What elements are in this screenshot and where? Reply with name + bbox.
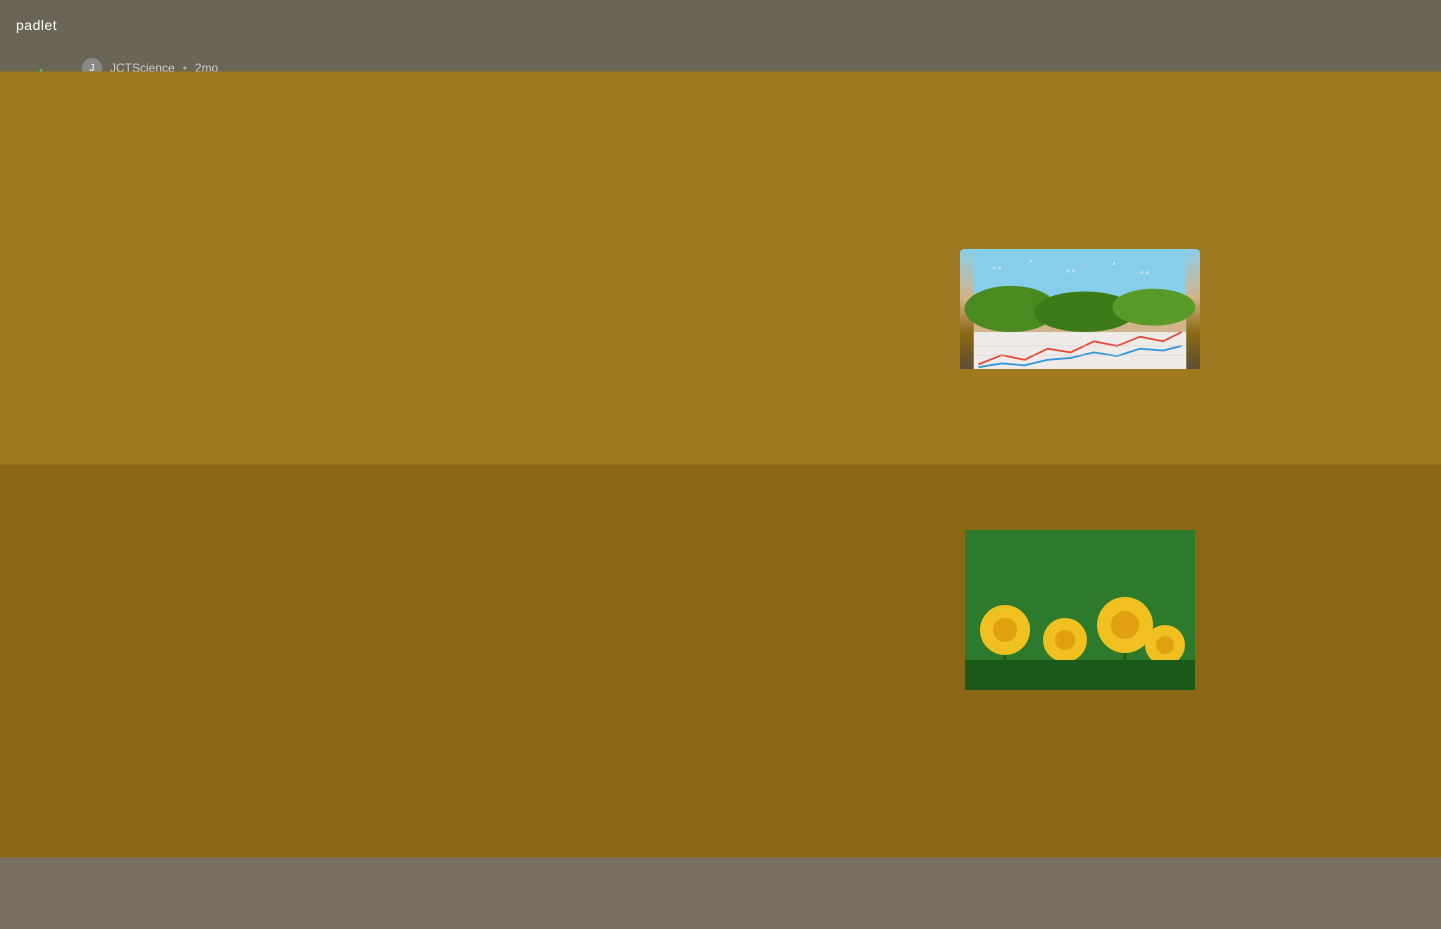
svg-text:^ ^: ^ ^ bbox=[992, 265, 1002, 274]
column-3: Lots of ideas to explore here Website wi… bbox=[730, 152, 950, 733]
svg-text:^ ^: ^ ^ bbox=[1140, 269, 1150, 278]
main-layout: 5. Students should be able to conduct a … bbox=[0, 142, 1441, 777]
svg-text:^ ^: ^ ^ bbox=[1066, 268, 1076, 277]
bees-svg bbox=[960, 530, 1200, 690]
bees-image bbox=[960, 530, 1200, 690]
bees-image-card bbox=[960, 530, 1200, 690]
natural-sel-svg: ^ ^ ^ ^ ^ ^ ^ ^ bbox=[960, 249, 1200, 369]
natural-selection-image: ^ ^ ^ ^ ^ ^ ^ ^ bbox=[960, 249, 1200, 369]
hedgerow-svg bbox=[730, 549, 950, 669]
hedgerow-image: Get involvec bbox=[730, 549, 950, 669]
svg-text:^: ^ bbox=[1029, 258, 1033, 267]
svg-text:^: ^ bbox=[1112, 260, 1116, 269]
hedgerow-card[interactable]: Importance of Irish Hedgerows Get involv… bbox=[730, 517, 950, 734]
